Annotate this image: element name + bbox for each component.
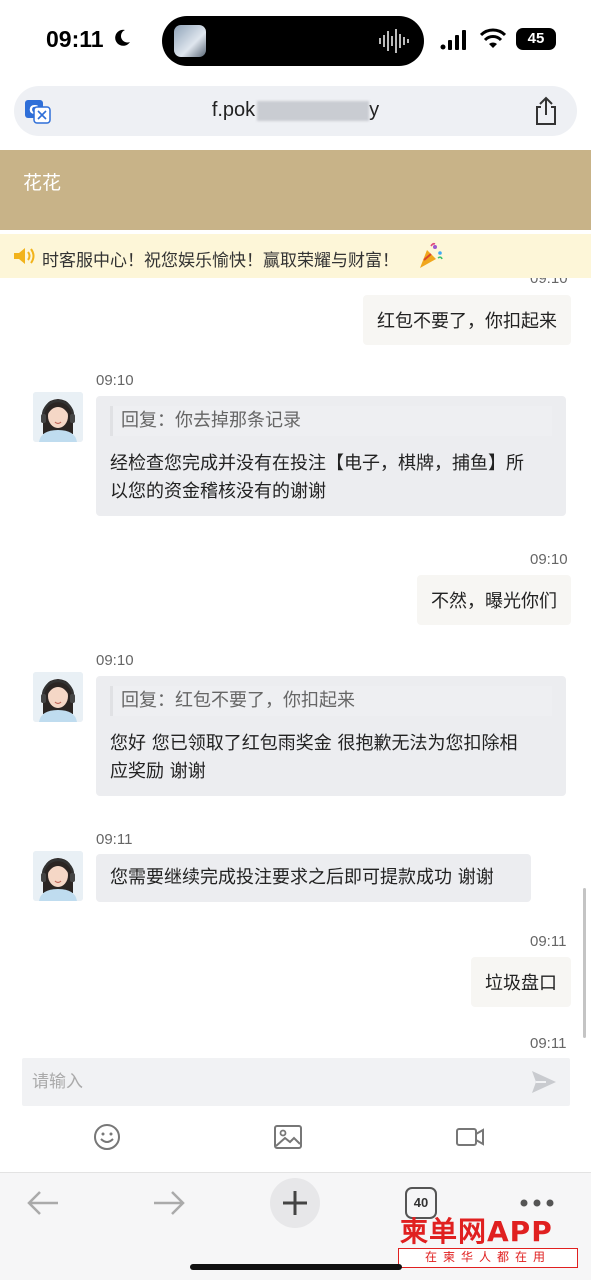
message-time: 09:11: [96, 831, 133, 848]
party-popper-icon: [420, 242, 443, 268]
reply-quote: 回复：你去掉那条记录: [110, 406, 552, 436]
message-text-line: 应奖励 谢谢: [110, 761, 206, 782]
message-text-line: 经检查您完成并没有在投注【电子，棋牌，捕鱼】所: [110, 453, 524, 474]
message-time: 09:10: [530, 278, 568, 287]
avatar-image: [33, 851, 83, 901]
watermark-title: 柬单网APP: [400, 1215, 553, 1248]
share-icon[interactable]: [533, 96, 559, 126]
agent-avatar[interactable]: [33, 672, 83, 722]
message-input-container: [22, 1058, 570, 1106]
forward-arrow-icon[interactable]: [152, 1188, 186, 1218]
message-bubble-outgoing[interactable]: 红包不要了，你扣起来: [363, 295, 571, 345]
message-bubble-outgoing[interactable]: 不然，曝光你们: [417, 575, 571, 625]
message-time: 09:10: [96, 652, 134, 669]
reply-quote: 回复：红包不要了，你扣起来: [110, 686, 552, 716]
message-bubble-incoming[interactable]: 您需要继续完成投注要求之后即可提款成功 谢谢: [96, 854, 531, 902]
message-time: 09:11: [530, 933, 567, 950]
message-bubble-outgoing[interactable]: 垃圾盘口: [471, 957, 571, 1007]
chat-header: 花花: [0, 150, 591, 230]
audio-wave-icon: [379, 29, 409, 53]
message-input[interactable]: [22, 1058, 512, 1106]
url-visible: f.pok: [211, 99, 256, 121]
message-list[interactable]: 09:10 红包不要了，你扣起来 09:10 回复：你去掉那条记录 经检查您完成…: [0, 278, 591, 1058]
scrollbar[interactable]: [583, 888, 586, 1038]
agent-avatar[interactable]: [33, 392, 83, 442]
more-icon[interactable]: [520, 1198, 554, 1208]
message-time: 09:10: [530, 551, 568, 568]
wifi-icon: [480, 28, 506, 48]
message-bubble-incoming[interactable]: 回复：你去掉那条记录 经检查您完成并没有在投注【电子，棋牌，捕鱼】所 以您的资金…: [96, 396, 566, 516]
signal-icon: [440, 30, 466, 50]
home-indicator[interactable]: [190, 1264, 402, 1270]
speaker-icon: [14, 248, 35, 264]
avatar-image: [33, 392, 83, 442]
send-icon[interactable]: [530, 1069, 558, 1095]
notice-bar: 时客服中心！祝您娱乐愉快！赢取荣耀与财富！: [0, 234, 591, 278]
message-bubble-incoming[interactable]: 回复：红包不要了，你扣起来 您好 您已领取了红包雨奖金 很抱歉无法为您扣除相 应…: [96, 676, 566, 796]
media-thumbnail: [174, 25, 206, 57]
moon-icon: [115, 29, 130, 46]
notice-text: 时客服中心！祝您娱乐愉快！赢取荣耀与财富！: [42, 251, 399, 271]
dynamic-island[interactable]: [162, 16, 424, 66]
message-text-line: 以您的资金稽核没有的谢谢: [110, 481, 326, 502]
message-text-line: 您好 您已领取了红包雨奖金 很抱歉无法为您扣除相: [110, 733, 518, 754]
back-arrow-icon[interactable]: [26, 1188, 60, 1218]
plus-icon: [283, 1191, 307, 1215]
url-text[interactable]: f.pok y: [14, 99, 577, 122]
agent-avatar[interactable]: [33, 851, 83, 901]
watermark-subtitle: 在柬华人都在用: [398, 1248, 578, 1268]
status-time: 09:11: [46, 26, 104, 52]
url-redacted: [257, 100, 370, 121]
emoji-icon[interactable]: [92, 1122, 122, 1152]
video-icon[interactable]: [455, 1122, 485, 1152]
chat-title: 花花: [23, 172, 62, 194]
message-time: 09:10: [96, 372, 134, 389]
battery-indicator: 45: [516, 28, 556, 50]
avatar-image: [33, 672, 83, 722]
status-bar: 09:11 45: [0, 0, 591, 82]
address-bar[interactable]: G f.poky: [14, 86, 577, 136]
image-icon[interactable]: [273, 1122, 303, 1152]
url-suffix: y: [369, 99, 380, 121]
message-time: 09:11: [530, 1035, 567, 1052]
new-tab-button[interactable]: [270, 1178, 320, 1228]
